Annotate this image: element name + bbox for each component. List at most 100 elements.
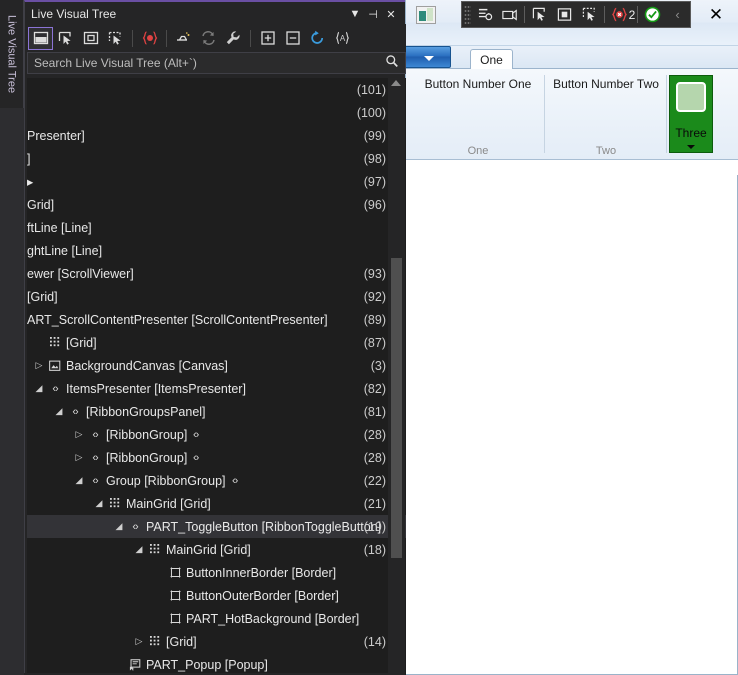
xaml-breakpoint-icon[interactable] [137, 27, 162, 50]
tree-row-label: ewer [ScrollViewer] [27, 266, 134, 281]
tree-row-child-count: (92) [363, 289, 386, 304]
scrollbar-thumb[interactable] [391, 258, 402, 558]
collapse-toolbar-icon[interactable]: ‹ [665, 3, 690, 26]
track-focused-element-icon[interactable] [103, 27, 128, 50]
search-input[interactable]: Search Live Visual Tree (Alt+`) [34, 56, 385, 70]
tree-vertical-scrollbar[interactable] [388, 78, 405, 675]
collapse-all-icon[interactable] [280, 27, 305, 50]
tree-row[interactable]: PART_Popup [Popup] [27, 653, 406, 675]
element-icon: ‹› [92, 428, 98, 441]
tree-row-extra-icon: ‹› [193, 428, 199, 441]
tree-row-label: [RibbonGroup] [106, 450, 188, 465]
visual-tree-list[interactable]: (101) (100) Presenter] (99)] (98) ▸ (97) Grid] (… [27, 78, 406, 675]
tree-row-label: PART_HotBackground [Border] [186, 611, 360, 626]
collapse-arrow-icon[interactable]: ◢ [73, 475, 85, 487]
tree-row[interactable]: Grid] (96) [27, 193, 406, 216]
expand-arrow-icon[interactable]: ▷ [73, 429, 85, 441]
tree-row[interactable]: ButtonOuterBorder [Border] [27, 584, 406, 607]
tree-row[interactable]: ftLine [Line] [27, 216, 406, 239]
select-element-icon[interactable] [527, 3, 552, 26]
display-layout-adorner-icon[interactable] [552, 3, 577, 26]
toggle-button-image [676, 82, 706, 112]
tree-row[interactable]: ◢ ‹› PART_ToggleButton [RibbonToggleButton… [27, 515, 406, 538]
tree-row-child-count: (96) [363, 197, 386, 212]
inapp-xaml-toolbar[interactable]: 2 ‹ [461, 1, 691, 28]
border-icon [168, 589, 182, 603]
collapse-arrow-icon[interactable]: ◢ [113, 521, 125, 533]
chevron-down-icon[interactable] [687, 145, 695, 149]
refresh-tree-icon[interactable] [196, 27, 221, 50]
tree-row[interactable]: ◢ ‹› [RibbonGroupsPanel] (81) [27, 400, 406, 423]
tree-row[interactable]: [Grid] (92) [27, 285, 406, 308]
tree-row-child-count: (99) [363, 128, 386, 143]
tree-row[interactable]: ButtonInnerBorder [Border] [27, 561, 406, 584]
tree-row[interactable]: (100) [27, 101, 406, 124]
expand-arrow-icon[interactable]: ▷ [133, 636, 145, 648]
expand-all-icon[interactable] [255, 27, 280, 50]
tree-row[interactable]: ▷ BackgroundCanvas [Canvas] (3) [27, 354, 406, 377]
toolbar-separator [250, 29, 251, 47]
tree-row-label: Grid] [27, 197, 55, 212]
tree-row[interactable]: Presenter] (99) [27, 124, 406, 147]
tree-row-label: ART_ScrollContentPresenter [ScrollConten… [27, 312, 328, 327]
tree-row[interactable]: ◢ ‹› Group [RibbonGroup] ‹› (22) [27, 469, 406, 492]
tree-row[interactable]: ] (98) [27, 147, 406, 170]
go-to-live-visual-tree-icon[interactable] [473, 3, 498, 26]
ribbon-button-number-one[interactable]: Button Number One [411, 69, 545, 91]
tree-row[interactable]: ◢ MainGrid [Grid] (21) [27, 492, 406, 515]
tree-row[interactable]: PART_HotBackground [Border] [27, 607, 406, 630]
preview-selection-icon[interactable] [78, 27, 103, 50]
element-icon: ‹› [92, 474, 98, 487]
tree-row[interactable]: ▷ ‹› [RibbonGroup] ‹› (28) [27, 446, 406, 469]
tree-row[interactable]: (101) [27, 78, 406, 101]
expand-arrow-icon[interactable]: ▷ [33, 360, 45, 372]
window-dock-button[interactable]: ⊣ [364, 5, 382, 23]
collapse-arrow-icon[interactable]: ◢ [33, 383, 45, 395]
hot-reload-status-icon[interactable] [640, 3, 665, 26]
tree-row-child-count: (101) [356, 82, 386, 97]
search-box[interactable]: Search Live Visual Tree (Alt+`) [27, 52, 406, 74]
border-icon [168, 612, 182, 626]
tree-row[interactable]: ◢ MainGrid [Grid] (18) [27, 538, 406, 561]
collapse-arrow-icon[interactable]: ◢ [53, 406, 65, 418]
tool-window-titlebar: Live Visual Tree ▼ ⊣ ✕ [25, 4, 406, 24]
display-layout-adorner-icon[interactable] [53, 27, 78, 50]
tree-row[interactable]: ▷ [Grid] (14) [27, 630, 406, 653]
app-close-button[interactable]: ✕ [701, 4, 731, 26]
anonymous-type-icon[interactable]: A [330, 27, 355, 50]
tree-row[interactable]: ◢ ‹› ItemsPresenter [ItemsPresenter] (82) [27, 377, 406, 400]
ribbon-button-number-two[interactable]: Button Number Two [545, 69, 667, 91]
tree-row-child-count: (97) [363, 174, 386, 189]
toolbar-separator [524, 6, 526, 23]
tree-row[interactable]: ▷ ‹› [RibbonGroup] ‹› (28) [27, 423, 406, 446]
expand-arrow-icon[interactable]: ▷ [73, 452, 85, 464]
tree-row-label: ▸ [27, 175, 34, 189]
tree-row[interactable]: ART_ScrollContentPresenter [ScrollConten… [27, 308, 406, 331]
toolbar-drag-handle[interactable] [464, 5, 471, 24]
ribbon-tab-one[interactable]: One [470, 49, 513, 70]
scroll-up-arrow-icon[interactable] [391, 80, 401, 86]
show-just-my-xaml-icon[interactable] [171, 27, 196, 50]
tree-row-child-count: (98) [363, 151, 386, 166]
window-close-button[interactable]: ✕ [382, 5, 400, 23]
tree-row[interactable]: ▸ (97) [27, 170, 406, 193]
reload-icon[interactable] [305, 27, 330, 50]
collapse-arrow-icon[interactable]: ◢ [133, 544, 145, 556]
tree-row[interactable]: [Grid] (87) [27, 331, 406, 354]
tree-row[interactable]: ghtLine [Line] [27, 239, 406, 262]
ribbon-toggle-button-three[interactable]: Three [669, 75, 713, 153]
select-element-icon[interactable] [28, 26, 53, 50]
chevron-down-icon [423, 55, 434, 61]
tree-row[interactable]: ewer [ScrollViewer] (93) [27, 262, 406, 285]
track-focused-element-icon[interactable] [577, 3, 602, 26]
search-icon[interactable] [385, 54, 399, 73]
svg-text:A: A [340, 34, 346, 43]
properties-wrench-icon[interactable] [221, 27, 246, 50]
tool-window-toolbar: A [25, 24, 406, 52]
record-icon[interactable] [498, 3, 523, 26]
ribbon: One Button Number One One Button Number … [396, 46, 738, 175]
collapse-arrow-icon[interactable]: ◢ [93, 498, 105, 510]
side-tab-live-visual-tree[interactable]: Live Visual Tree [0, 0, 24, 108]
window-dropdown-button[interactable]: ▼ [346, 5, 364, 23]
tree-row-child-count: (93) [363, 266, 386, 281]
